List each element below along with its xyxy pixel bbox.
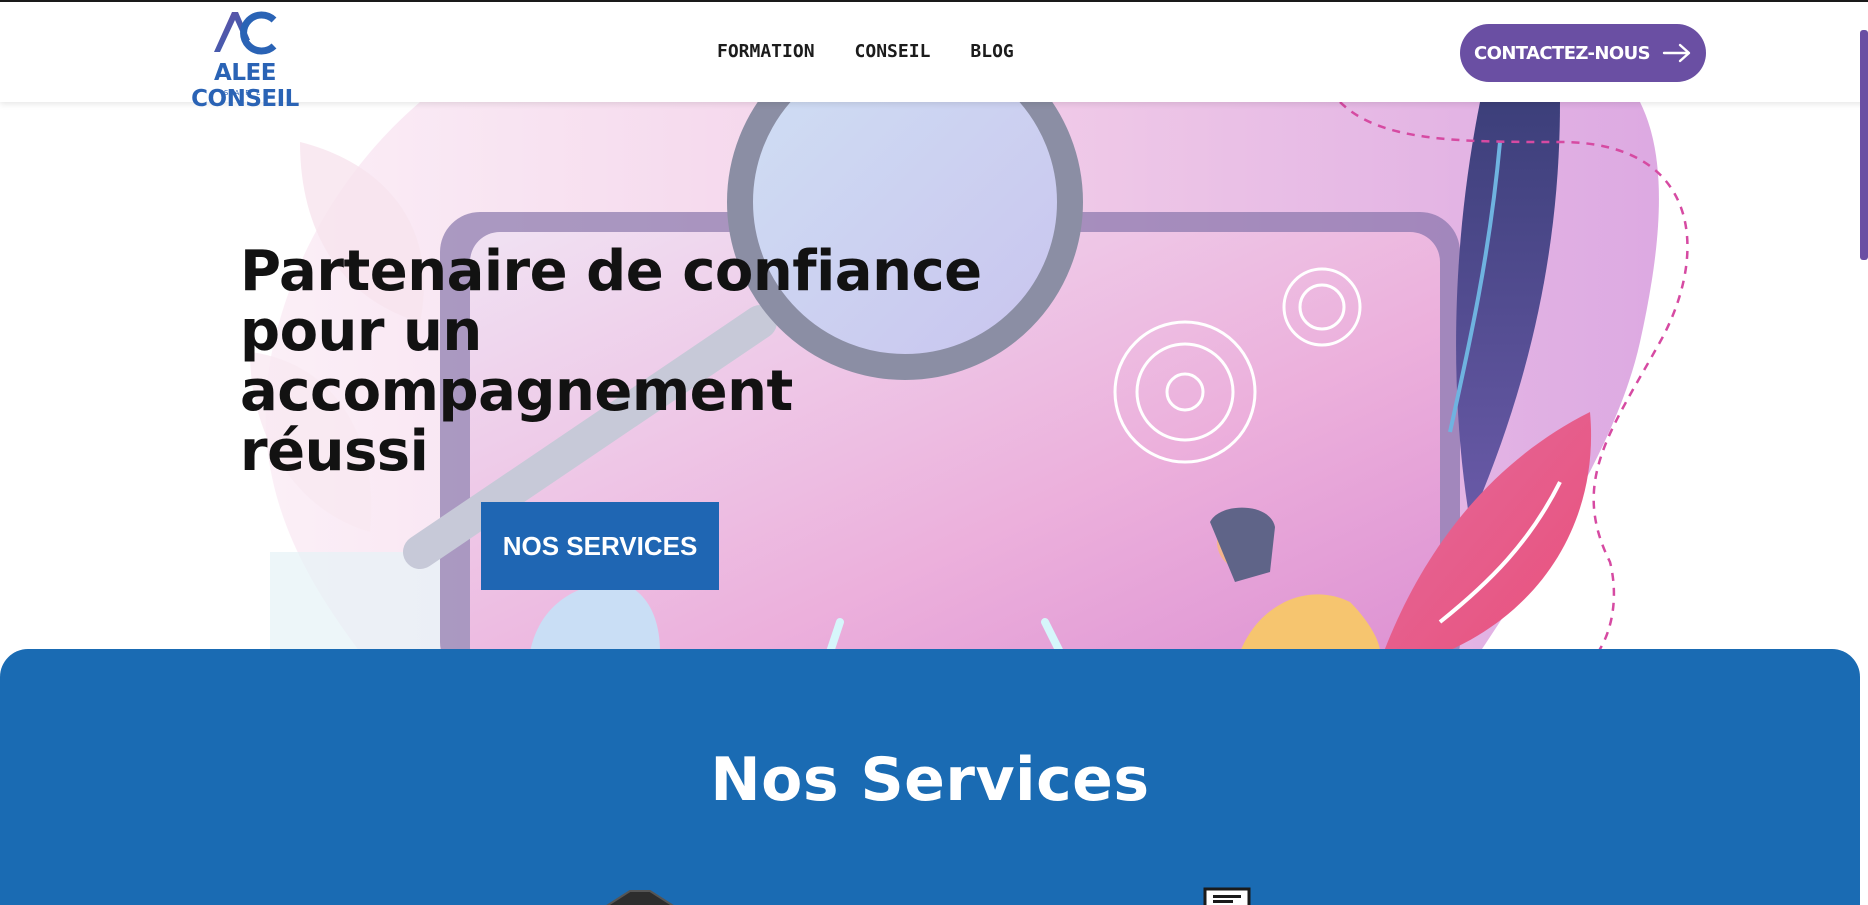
- services-button[interactable]: NOS SERVICES: [481, 502, 719, 590]
- contact-button[interactable]: CONTACTEZ-NOUS: [1460, 24, 1706, 82]
- document-icon: [1203, 887, 1251, 905]
- laptop-icon: [606, 890, 674, 905]
- hero-section: Partenaire de confiance pour un accompag…: [0, 102, 1868, 652]
- services-section: Nos Services: [0, 649, 1860, 905]
- arrow-right-icon: [1662, 43, 1691, 63]
- nav-item-blog[interactable]: BLOG: [970, 41, 1013, 62]
- logo-subtitle: SARL: [223, 89, 267, 97]
- hero-title: Partenaire de confiance pour un accompag…: [240, 242, 1040, 482]
- logo-mark-icon: [214, 11, 277, 55]
- main-nav: FORMATION CONSEIL BLOG: [717, 41, 1014, 62]
- hero-title-line: pour un accompagnement: [240, 299, 793, 424]
- logo-name: ALEE CONSEIL: [191, 60, 299, 112]
- hero-title-line: Partenaire de confiance: [240, 239, 982, 304]
- scrollbar-thumb[interactable]: [1860, 30, 1868, 260]
- nav-item-formation[interactable]: FORMATION: [717, 41, 815, 62]
- site-header: ALEE CONSEIL SARL FORMATION CONSEIL BLOG…: [0, 2, 1868, 112]
- nav-item-conseil[interactable]: CONSEIL: [855, 41, 931, 62]
- contact-button-label: CONTACTEZ-NOUS: [1474, 42, 1651, 64]
- services-title: Nos Services: [710, 745, 1150, 815]
- logo[interactable]: ALEE CONSEIL SARL: [160, 8, 330, 112]
- hero-title-line: réussi: [240, 419, 429, 484]
